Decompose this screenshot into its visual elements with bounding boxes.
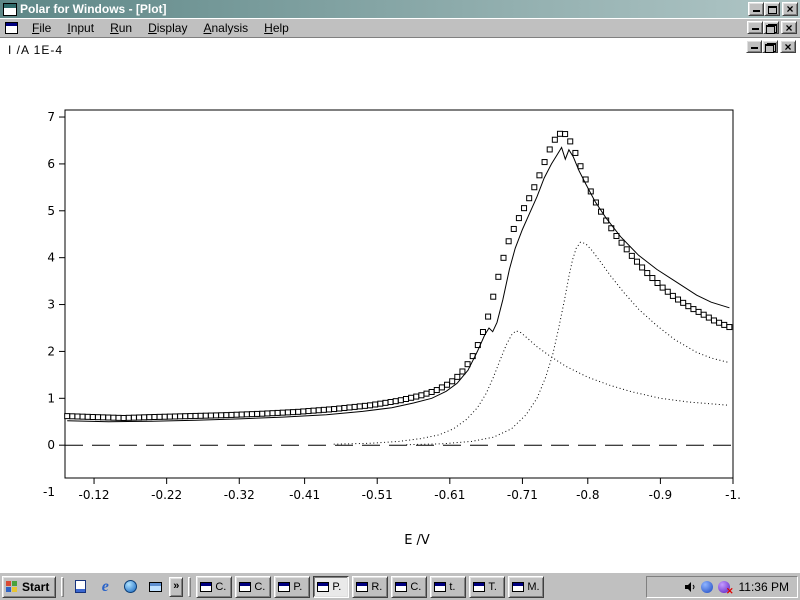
globe-icon bbox=[124, 580, 137, 593]
taskbar-button-4-active[interactable]: P. bbox=[313, 576, 349, 598]
svg-text:E /V: E /V bbox=[404, 533, 430, 548]
taskbar-button-8[interactable]: T. bbox=[469, 576, 505, 598]
svg-text:2: 2 bbox=[47, 344, 55, 358]
taskbar-button-6[interactable]: C. bbox=[391, 576, 427, 598]
menubar: File Input Run Display Analysis Help × bbox=[0, 18, 800, 38]
svg-text:5: 5 bbox=[47, 204, 55, 218]
child-window-controls: × bbox=[747, 21, 797, 34]
app-icon[interactable] bbox=[3, 3, 17, 16]
app-window-icon bbox=[200, 582, 212, 592]
svg-text:-0.12: -0.12 bbox=[79, 488, 110, 502]
start-label: Start bbox=[22, 580, 49, 594]
close-button[interactable]: × bbox=[782, 2, 798, 16]
svg-text:3: 3 bbox=[47, 298, 55, 312]
svg-text:-0.8: -0.8 bbox=[576, 488, 599, 502]
child-restore-button[interactable] bbox=[763, 21, 779, 34]
app-window-icon bbox=[395, 582, 407, 592]
desktop-icon bbox=[149, 582, 162, 592]
dialup-error-icon[interactable]: ✕ bbox=[718, 581, 730, 593]
svg-text:-1: -1 bbox=[43, 485, 55, 499]
quick-launch-document-icon[interactable] bbox=[69, 576, 91, 598]
toolbar-grip[interactable] bbox=[61, 577, 64, 597]
minimize-icon bbox=[752, 28, 759, 30]
app-window-icon bbox=[356, 582, 368, 592]
minimize-icon bbox=[753, 10, 760, 12]
menu-help[interactable]: Help bbox=[256, 18, 297, 38]
start-button[interactable]: Start bbox=[2, 576, 56, 598]
menu-input[interactable]: Input bbox=[59, 18, 102, 38]
polar-app-window: Polar for Windows - [Plot] × File Input … bbox=[0, 0, 800, 600]
taskbar-button-2[interactable]: C. bbox=[235, 576, 271, 598]
taskbar-button-9[interactable]: M. bbox=[508, 576, 544, 598]
error-badge-icon: ✕ bbox=[726, 587, 734, 596]
tray-clock[interactable]: 11:36 PM bbox=[739, 580, 789, 594]
maximize-icon bbox=[768, 6, 777, 14]
svg-text:-0.51: -0.51 bbox=[362, 488, 393, 502]
svg-text:1: 1 bbox=[47, 391, 55, 405]
window-controls: × bbox=[748, 2, 798, 16]
titlebar[interactable]: Polar for Windows - [Plot] × bbox=[0, 0, 800, 18]
taskbar-button-3[interactable]: P. bbox=[274, 576, 310, 598]
quick-launch-internet-explorer-icon[interactable]: e bbox=[94, 576, 116, 598]
restore-icon bbox=[766, 24, 777, 34]
volume-icon[interactable] bbox=[684, 581, 696, 593]
svg-text:-0.9: -0.9 bbox=[649, 488, 672, 502]
minimize-button[interactable] bbox=[748, 2, 764, 16]
taskbar-button-5[interactable]: R. bbox=[352, 576, 388, 598]
menu-run[interactable]: Run bbox=[102, 18, 140, 38]
svg-text:-0.22: -0.22 bbox=[151, 488, 182, 502]
quick-launch-show-desktop-icon[interactable] bbox=[144, 576, 166, 598]
quick-launch-globe-icon[interactable] bbox=[119, 576, 141, 598]
svg-text:6: 6 bbox=[47, 157, 55, 171]
document-icon bbox=[75, 580, 86, 593]
polarogram-chart: 7 6 5 4 3 2 1 0 -1 -0.12 -0.22 -0.32 -0.41 -0.51 -0.61… bbox=[0, 38, 800, 572]
maximize-button[interactable] bbox=[764, 2, 780, 16]
internet-explorer-icon: e bbox=[102, 579, 109, 595]
window-title: Polar for Windows - [Plot] bbox=[20, 2, 748, 16]
app-window-icon bbox=[239, 582, 251, 592]
svg-text:-1.: -1. bbox=[725, 488, 741, 502]
svg-text:7: 7 bbox=[47, 110, 55, 124]
app-window-icon bbox=[278, 582, 290, 592]
app-window-icon bbox=[434, 582, 446, 592]
task-button-strip: C. C. P. P. R. C. t. T. M. bbox=[196, 576, 544, 598]
menu-analysis[interactable]: Analysis bbox=[195, 18, 256, 38]
toolbar-grip[interactable] bbox=[188, 577, 191, 597]
svg-text:-0.61: -0.61 bbox=[434, 488, 465, 502]
app-window-icon bbox=[317, 582, 329, 592]
child-close-button[interactable]: × bbox=[781, 21, 797, 34]
app-window-icon bbox=[512, 582, 524, 592]
svg-text:-0.41: -0.41 bbox=[289, 488, 320, 502]
menu-file[interactable]: File bbox=[24, 18, 59, 38]
taskbar: Start e » C. C. P. P. R. C. t. T. M. ✕ 1… bbox=[0, 572, 800, 600]
taskbar-button-1[interactable]: C. bbox=[196, 576, 232, 598]
app-window-icon bbox=[473, 582, 485, 592]
plot-document-icon[interactable] bbox=[5, 22, 18, 34]
svg-text:-0.71: -0.71 bbox=[507, 488, 538, 502]
windows-logo-icon bbox=[6, 581, 18, 593]
svg-text:4: 4 bbox=[47, 251, 55, 265]
network-status-icon[interactable] bbox=[701, 581, 713, 593]
menu-display[interactable]: Display bbox=[140, 18, 195, 38]
plot-client-area: I /A 1E-4 × 76543210-1-0.12-0.22-0.32-0.… bbox=[0, 38, 800, 572]
taskbar-button-7[interactable]: t. bbox=[430, 576, 466, 598]
svg-text:0: 0 bbox=[47, 438, 55, 452]
child-minimize-button[interactable] bbox=[747, 21, 763, 34]
system-tray: ✕ 11:36 PM bbox=[646, 576, 798, 598]
svg-text:-0.32: -0.32 bbox=[224, 488, 255, 502]
quick-launch-overflow-button[interactable]: » bbox=[169, 577, 183, 597]
